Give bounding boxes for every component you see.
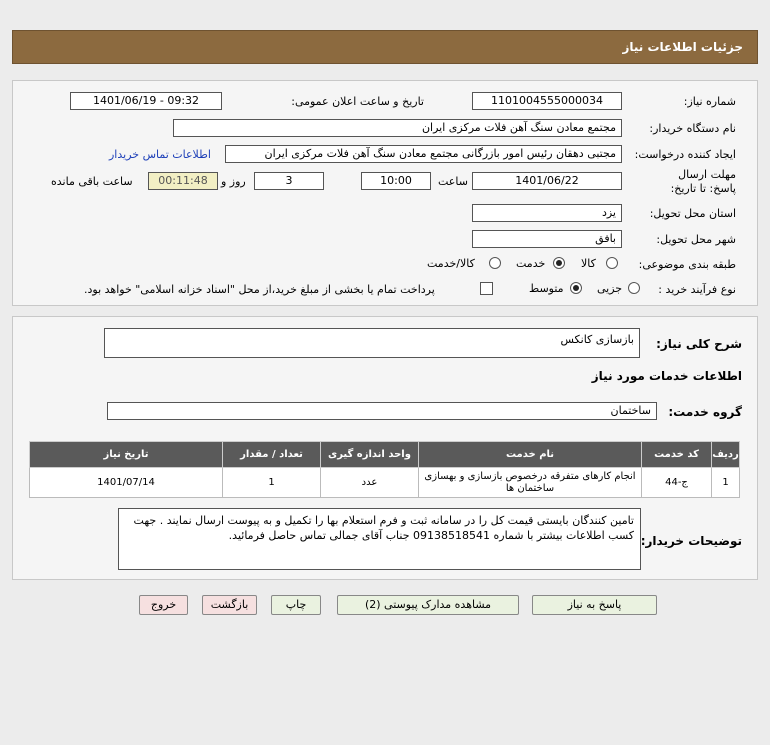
description-label: توضیحات خریدار: (640, 534, 742, 548)
cell-quantity: 1 (222, 467, 321, 498)
services-title: اطلاعات خدمات مورد نیاز (591, 369, 742, 383)
service-group-label: گروه خدمت: (668, 405, 742, 419)
reply-button[interactable]: پاسخ به نیاز (532, 595, 657, 615)
deadline-date-field: 1401/06/22 (472, 172, 622, 190)
process-radio-minor[interactable] (628, 282, 640, 294)
page-header: جزئیات اطلاعات نیاز (12, 30, 758, 64)
requester-field: مجتبی دهقان رئیس امور بازرگانی مجتمع معا… (225, 145, 622, 163)
contact-buyer-link[interactable]: اطلاعات تماس خریدار (109, 148, 211, 161)
col-header-unit: واحد اندازه گیری (320, 441, 419, 468)
category-radio-goods-service[interactable] (489, 257, 501, 269)
summary-label: شرح کلی نیاز: (656, 337, 742, 351)
print-button[interactable]: چاپ (271, 595, 321, 615)
treasury-payment-checkbox[interactable] (480, 282, 493, 295)
process-option-medium: متوسط (529, 282, 564, 295)
back-button[interactable]: بازگشت (202, 595, 257, 615)
service-group-field: ساختمان (107, 402, 657, 420)
category-label: طبقه بندی موضوعی: (638, 258, 736, 271)
services-table: ردیف کد خدمت نام خدمت واحد اندازه گیری ت… (29, 441, 740, 498)
cell-unit: عدد (320, 467, 419, 498)
announce-label: تاریخ و ساعت اعلان عمومی: (291, 95, 424, 108)
cell-service-name: انجام کارهای متفرقه درخصوص بازسازی و بهس… (418, 467, 642, 498)
category-radio-service[interactable] (553, 257, 565, 269)
city-field: بافق (472, 230, 622, 248)
remaining-time-field: 00:11:48 (148, 172, 218, 190)
cell-need-date: 1401/07/14 (29, 467, 223, 498)
process-label: نوع فرآیند خرید : (658, 283, 736, 296)
page-title: جزئیات اطلاعات نیاز (622, 40, 743, 54)
summary-field: بازسازی کانکس (104, 328, 640, 358)
province-label: استان محل تحویل: (649, 207, 736, 220)
announce-field: 1401/06/19 - 09:32 (70, 92, 222, 110)
category-option-service: خدمت (516, 257, 546, 270)
days-field: 3 (254, 172, 324, 190)
need-number-field: 1101004555000034 (472, 92, 622, 110)
time-label: ساعت (438, 175, 468, 188)
col-header-quantity: تعداد / مقدار (222, 441, 321, 468)
table-header-row: ردیف کد خدمت نام خدمت واحد اندازه گیری ت… (29, 441, 740, 468)
province-field: یزد (472, 204, 622, 222)
details-panel (12, 80, 758, 306)
col-header-row-number: ردیف (711, 441, 740, 468)
remaining-label: ساعت باقی مانده (51, 175, 133, 188)
payment-note: پرداخت تمام یا بخشی از مبلغ خرید،از محل … (84, 283, 435, 296)
category-radio-goods[interactable] (606, 257, 618, 269)
col-header-need-date: تاریخ نیاز (29, 441, 223, 468)
deadline-time-field: 10:00 (361, 172, 431, 190)
cell-row-number: 1 (711, 467, 740, 498)
view-documents-button[interactable]: مشاهده مدارک پیوستی (2) (337, 595, 519, 615)
cell-service-code: ج-44 (641, 467, 712, 498)
category-option-goods: کالا (581, 257, 596, 270)
description-field: تامین کنندگان بایستی قیمت کل را در سامان… (118, 508, 641, 570)
process-radio-medium[interactable] (570, 282, 582, 294)
deadline-label: مهلت ارسال پاسخ: تا تاریخ: (670, 168, 736, 195)
buyer-org-field: مجتمع معادن سنگ آهن فلات مرکزی ایران (173, 119, 622, 137)
days-label: روز و (221, 175, 246, 188)
col-header-service-code: کد خدمت (641, 441, 712, 468)
category-option-goods-service: کالا/خدمت (427, 257, 475, 270)
exit-button[interactable]: خروج (139, 595, 188, 615)
process-option-minor: جزیی (597, 282, 623, 295)
buyer-org-label: نام دستگاه خریدار: (649, 122, 736, 135)
need-number-label: شماره نیاز: (683, 95, 736, 108)
city-label: شهر محل تحویل: (656, 233, 736, 246)
requester-label: ایجاد کننده درخواست: (634, 148, 736, 161)
col-header-service-name: نام خدمت (418, 441, 642, 468)
table-row: 1 ج-44 انجام کارهای متفرقه درخصوص بازساز… (29, 467, 740, 498)
